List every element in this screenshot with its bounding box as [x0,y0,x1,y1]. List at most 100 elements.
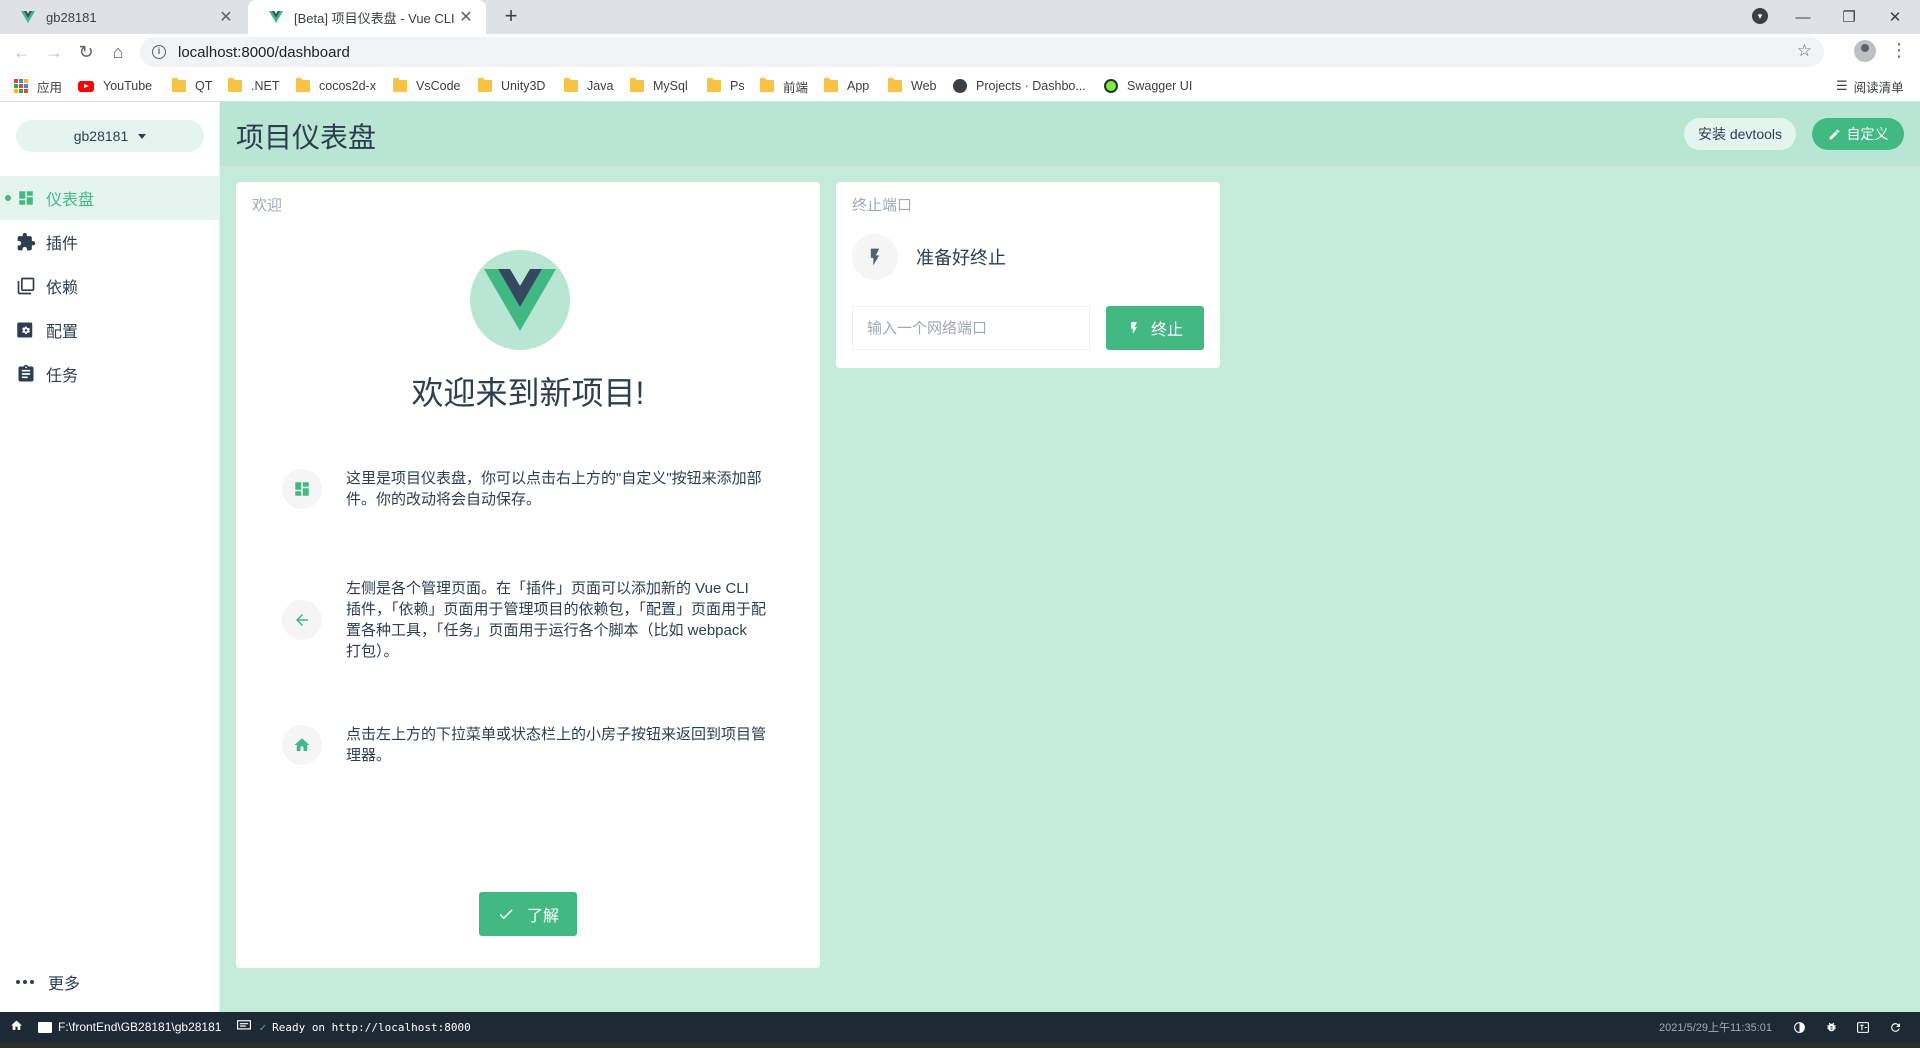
browser-tab-strip: gb28181 ✕ [Beta] 项目仪表盘 - Vue CLI ✕ + ▾ —… [0,0,1920,34]
last-log[interactable]: ✓ Ready on http://localhost:8000 [237,1019,471,1035]
bookmark-label: Swagger UI [1127,79,1193,93]
bookmark-label: QT [195,79,213,93]
project-path[interactable]: F:\frontEnd\GB28181\gb28181 [38,1020,221,1034]
back-icon[interactable]: ← [8,38,36,66]
folder-icon [393,78,407,92]
console-icon [237,1019,252,1035]
project-selector[interactable]: gb28181 [16,120,204,152]
status-bar: F:\frontEnd\GB28181\gb28181 ✓ Ready on h… [0,1012,1920,1042]
bookmark-label: YouTube [103,79,153,93]
tip-dashboard: 这里是项目仪表盘，你可以点击右上方的"自定义"按钮来添加部件。你的改动将会自动保… [282,468,782,510]
home-icon[interactable]: ⌂ [104,38,132,66]
reload-icon[interactable]: ↻ [72,38,100,66]
tab-title: [Beta] 项目仪表盘 - Vue CLI [294,10,455,26]
apps-grid-icon [14,79,28,93]
restore-button[interactable]: ❐ [1826,0,1872,34]
bookmark-label: 前端 [783,80,809,95]
tab-search-icon[interactable]: ▾ [1752,8,1768,24]
bookmark-folder-cocos[interactable]: cocos2d-x [296,70,376,102]
bookmark-label: MySql [653,79,688,93]
folder-icon [824,78,838,92]
forward-icon[interactable]: → [40,38,68,66]
folder-icon [38,1021,52,1033]
welcome-heading: 欢迎来到新项目! [411,375,645,411]
customize-label: 自定义 [1846,126,1889,142]
bookmark-youtube[interactable]: YouTube [78,70,152,102]
new-tab-button[interactable]: + [498,4,524,30]
bookmarks-bar: 应用 YouTube QT .NET cocos2d-x VsCode Unit… [0,70,1920,102]
bookmark-projects[interactable]: Projects · Dashbo... [953,70,1086,102]
browser-tab-active[interactable]: [Beta] 项目仪表盘 - Vue CLI ✕ [248,0,486,34]
install-devtools-button[interactable]: 安装 devtools [1684,118,1796,150]
pencil-icon [1829,129,1839,139]
bookmark-label: 应用 [37,80,63,95]
browser-tab[interactable]: gb28181 ✕ [0,0,246,34]
sidebar-item-plugins[interactable]: 插件 [0,220,220,264]
content-header: 项目仪表盘 安装 devtools 自定义 [220,102,1920,166]
dashboard-icon [282,469,322,509]
widget-title: 欢迎 [252,197,283,214]
minimize-button[interactable]: — [1780,0,1826,34]
translate-icon[interactable] [1856,1020,1870,1034]
sidebar-more-button[interactable]: 更多 [0,962,220,1002]
tip-text: 左侧是各个管理页面。在「插件」页面可以添加新的 Vue CLI 插件，「依赖」页… [346,580,767,660]
folder-icon [760,78,774,92]
bookmark-folder-app[interactable]: App [824,70,869,102]
folder-icon [172,78,186,92]
more-dots-icon [16,980,36,984]
bookmark-label: Projects · Dashbo... [976,79,1086,93]
bug-report-icon[interactable] [1824,1020,1838,1034]
bookmark-folder-web[interactable]: Web [888,70,936,102]
bookmark-folder-ps[interactable]: Ps [707,70,745,102]
vue-favicon-icon [21,11,35,23]
bookmark-folder-unity[interactable]: Unity3D [478,70,545,102]
dashboard-icon [16,188,36,208]
bookmark-folder-java[interactable]: Java [564,70,613,102]
bookmark-label: VsCode [416,79,461,93]
url-text: localhost:8000/dashboard [178,43,350,61]
library-books-icon [16,276,36,296]
browser-toolbar: ← → ↻ ⌂ i localhost:8000/dashboard ☆ [0,34,1920,70]
bookmark-star-icon[interactable]: ☆ [1797,41,1812,61]
tip-home: 点击左上方的下拉菜单或状态栏上的小房子按钮来返回到项目管理器。 [282,724,782,766]
reading-list[interactable]: ☰ 阅读清单 [1836,70,1904,102]
folder-icon [888,78,902,92]
refresh-icon[interactable] [1888,1020,1902,1034]
bookmark-folder-vscode[interactable]: VsCode [393,70,460,102]
port-input[interactable] [852,306,1090,350]
tab-title: gb28181 [46,9,97,25]
bookmark-label: Ps [730,79,745,93]
folder-icon [296,78,310,92]
kill-port-status: 准备好终止 [852,234,1006,280]
reading-list-icon: ☰ [1836,78,1848,93]
address-bar[interactable]: i localhost:8000/dashboard ☆ [140,37,1824,67]
more-label: 更多 [48,976,81,993]
welcome-widget: 欢迎 欢迎来到新项目! 这里是项目仪表盘，你可以点击右上方的"自定义"按钮来添加… [236,182,820,968]
close-tab-icon[interactable]: ✕ [458,7,474,27]
dark-mode-icon[interactable] [1792,1020,1806,1034]
profile-avatar-icon[interactable] [1854,40,1876,62]
sidebar-item-configuration[interactable]: 配置 [0,308,220,352]
close-tab-icon[interactable]: ✕ [218,7,234,27]
bookmark-folder-dotnet[interactable]: .NET [228,70,279,102]
understood-button[interactable]: 了解 [479,892,577,936]
bookmark-apps[interactable]: 应用 [14,70,62,102]
site-info-icon[interactable]: i [152,45,166,59]
bookmark-folder-frontend[interactable]: 前端 [760,70,808,102]
sidebar-item-dashboard[interactable]: 仪表盘 [0,176,220,220]
bookmark-swagger[interactable]: Swagger UI [1104,70,1192,102]
kill-button[interactable]: 终止 [1106,306,1204,350]
customize-button[interactable]: 自定义 [1812,118,1904,150]
sidebar-item-dependencies[interactable]: 依赖 [0,264,220,308]
folder-icon [478,78,492,92]
dropdown-caret-icon [138,133,147,139]
vue-logo [470,250,570,350]
sidebar-item-tasks[interactable]: 任务 [0,352,220,396]
bookmark-folder-mysql[interactable]: MySql [630,70,688,102]
home-icon[interactable] [10,1019,24,1035]
close-window-button[interactable]: ✕ [1872,0,1918,34]
browser-menu-icon[interactable]: ⋮ [1890,40,1908,61]
bookmark-label: App [847,79,870,93]
sidebar: gb28181 仪表盘 插件 依赖 配置 任务 更多 [0,102,220,1012]
bookmark-folder-qt[interactable]: QT [172,70,212,102]
